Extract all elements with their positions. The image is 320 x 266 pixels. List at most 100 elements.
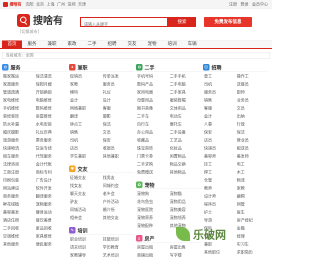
category-link[interactable]: 设计 [102, 97, 135, 105]
category-link[interactable]: 保洁清洗 [35, 73, 68, 81]
category-link[interactable]: 商务服务 [2, 193, 35, 201]
category-link[interactable]: 钟点工 [69, 121, 102, 129]
top-site-name[interactable]: 搜啥有 [10, 2, 22, 8]
category-header[interactable]: ♥ 交友 [69, 165, 135, 173]
nav-item[interactable]: 家政 [62, 41, 82, 49]
category-link[interactable]: 同城约会 [102, 182, 135, 190]
category-link[interactable]: 房屋出租 [136, 244, 169, 252]
nav-item[interactable]: 车辆 [182, 41, 202, 49]
category-link[interactable]: 翻译 [69, 113, 102, 121]
category-link[interactable]: 二手手机 [169, 73, 202, 81]
category-link[interactable]: 保安 [203, 129, 236, 137]
category-link[interactable]: 服务员 [203, 89, 236, 97]
category-link[interactable]: 搬家搬运 [2, 73, 35, 81]
category-link[interactable]: 文员 [102, 129, 135, 137]
category-header[interactable]: ✦ 兼职 [69, 63, 135, 72]
category-link[interactable]: 母婴用品 [136, 97, 169, 105]
category-link[interactable]: 经理 [236, 233, 269, 241]
category-link[interactable]: 编辑 [236, 193, 269, 201]
category-title[interactable]: 兼职 [78, 63, 88, 71]
switch-city-link[interactable]: [切换城市] [20, 29, 39, 35]
category-title[interactable]: 培训 [78, 226, 88, 234]
category-link[interactable]: 电脑维修 [35, 97, 68, 105]
nav-item[interactable]: 服务 [22, 41, 42, 49]
category-link[interactable]: 手机维修 [2, 105, 35, 113]
category-link[interactable]: 数码维修 [35, 105, 68, 113]
category-link[interactable]: 求职简历 [236, 249, 269, 257]
category-link[interactable]: 票务服务 [35, 137, 68, 145]
top-link[interactable]: 会员中心 [252, 2, 268, 8]
category-link[interactable]: 保安 [102, 137, 135, 145]
category-link[interactable]: 自行车 [136, 121, 169, 129]
category-link[interactable]: 出纳 [236, 113, 269, 121]
category-link[interactable]: 行政 [236, 121, 269, 129]
logo-text[interactable]: 搜啥有 [33, 14, 63, 27]
category-title[interactable]: 二手 [145, 63, 155, 71]
category-link[interactable]: 销售 [203, 97, 236, 105]
category-link[interactable]: 免费赠送 [136, 169, 169, 177]
nav-item[interactable]: 交友 [122, 41, 142, 49]
category-link[interactable]: 装修装饰 [2, 113, 35, 121]
category-link[interactable]: 会计 [69, 97, 102, 105]
category-link[interactable]: 开锁换锁 [35, 89, 68, 97]
category-link[interactable]: 店员 [69, 145, 102, 153]
category-link[interactable]: 其他服务 [2, 241, 35, 249]
category-link[interactable]: 收银员 [102, 145, 135, 153]
top-link[interactable]: 登录 [241, 2, 249, 8]
category-link[interactable]: 二手求购 [136, 161, 169, 169]
category-link[interactable]: 木工 [236, 169, 269, 177]
category-link[interactable]: 货运专线 [35, 145, 68, 153]
category-link[interactable]: 会计代账 [35, 161, 68, 169]
category-link[interactable]: 其他交友 [102, 214, 135, 222]
category-link[interactable]: 水电安装 [35, 121, 68, 129]
category-link[interactable]: 法律咨询 [2, 161, 35, 169]
category-link[interactable]: 门票卡券 [136, 153, 169, 161]
category-link[interactable]: 婚介所 [102, 206, 135, 214]
category-link[interactable]: 网站建设 [2, 185, 35, 193]
category-link[interactable]: 焊工 [203, 169, 236, 177]
category-link[interactable]: 广告设计 [35, 177, 68, 185]
category-link[interactable]: 珠宝首饰 [136, 145, 169, 153]
category-link[interactable]: 手机号码 [136, 73, 169, 81]
category-link[interactable]: 宠物服务 [35, 201, 68, 209]
category-title[interactable]: 服务 [11, 63, 21, 71]
city-link[interactable]: 沈阳 [26, 2, 34, 8]
category-link[interactable]: 图书音像 [136, 105, 169, 113]
category-link[interactable]: 网管 [236, 201, 269, 209]
category-link[interactable]: 家教 [236, 185, 269, 193]
category-link[interactable]: 金融 [236, 225, 269, 233]
category-link[interactable]: 其他物品 [169, 169, 202, 177]
category-link[interactable]: 促销员 [69, 73, 102, 81]
category-link[interactable]: 送餐员 [236, 81, 269, 89]
category-link[interactable]: 化妆品 [169, 145, 202, 153]
category-link[interactable]: 餐饮美食 [35, 217, 68, 225]
category-link[interactable]: 学历教育 [102, 244, 135, 252]
category-link[interactable]: 家用电器 [136, 89, 169, 97]
category-link[interactable]: 普工 [203, 73, 236, 81]
category-header[interactable]: ⚙ 服务 [2, 63, 68, 72]
nav-item[interactable]: 宠物 [142, 41, 162, 49]
category-link[interactable]: 找女友 [69, 182, 102, 190]
city-link[interactable]: 天津 [78, 2, 86, 8]
category-link[interactable]: 学生兼职 [69, 153, 102, 161]
category-link[interactable]: 文体用品 [169, 105, 202, 113]
category-link[interactable]: 网络兼职 [69, 105, 102, 113]
search-input[interactable] [81, 20, 164, 29]
category-link[interactable]: 营业员 [236, 137, 269, 145]
category-link[interactable]: 宠物用品 [169, 198, 202, 206]
category-link[interactable]: 空调维修 [2, 233, 35, 241]
category-link[interactable]: 二手设备 [169, 129, 202, 137]
category-link[interactable]: 设计师 [203, 193, 236, 201]
category-link[interactable]: 美发师 [236, 153, 269, 161]
category-link[interactable]: 相亲会 [69, 214, 102, 222]
category-link[interactable]: 房屋维修 [35, 113, 68, 121]
category-link[interactable]: 二手车 [136, 113, 169, 121]
category-link[interactable]: 保洁 [236, 129, 269, 137]
category-link[interactable]: 二手家具 [169, 89, 202, 97]
category-link[interactable]: 业务员 [236, 97, 269, 105]
category-link[interactable]: 老乡会 [102, 190, 135, 198]
category-link[interactable]: 操作工 [236, 73, 269, 81]
category-link[interactable]: 征婚交友 [69, 174, 102, 182]
category-link[interactable]: 保洁 [102, 121, 135, 129]
category-link[interactable]: 客服 [203, 105, 236, 113]
